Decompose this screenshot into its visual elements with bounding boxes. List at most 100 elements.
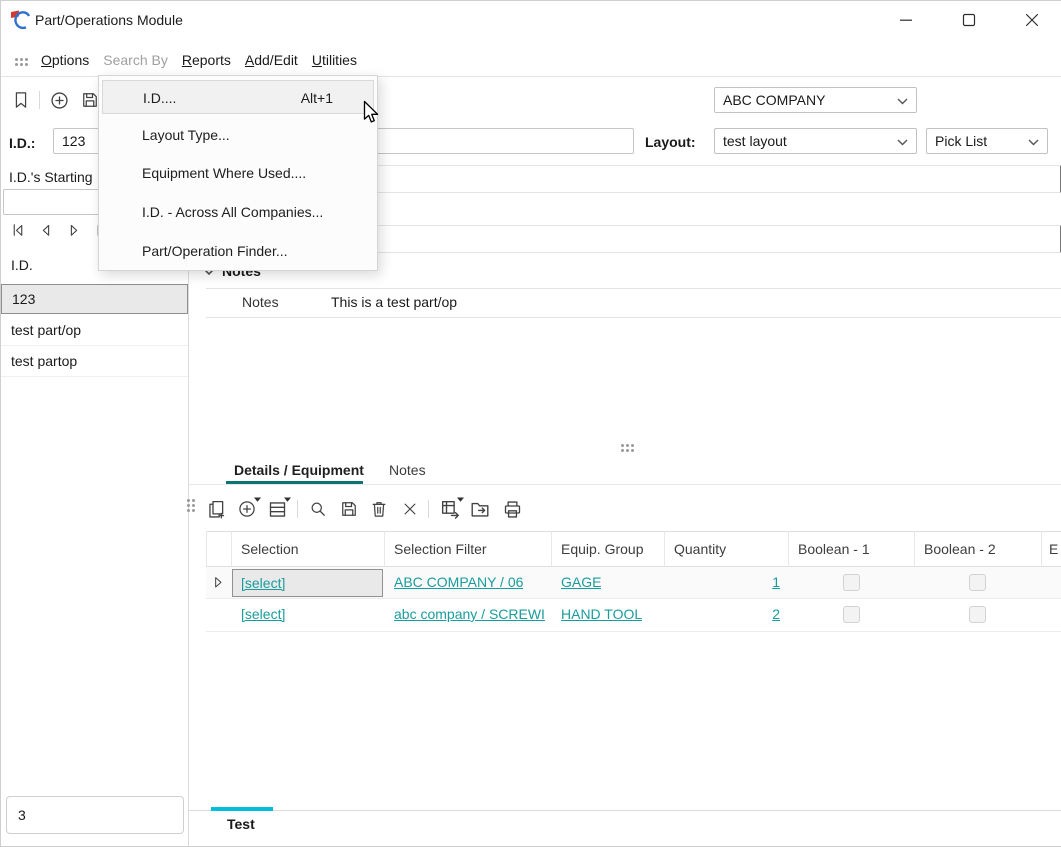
menu-item-layout-type[interactable]: Layout Type... bbox=[102, 118, 374, 152]
menubar-drag-handle[interactable] bbox=[15, 58, 28, 66]
boolean-1-checkbox[interactable] bbox=[843, 606, 860, 623]
grid-column-header[interactable]: Boolean - 2 bbox=[924, 531, 996, 567]
dropdown-caret-icon bbox=[254, 497, 261, 502]
menu-item-id[interactable]: I.D.... Alt+1 bbox=[102, 80, 374, 114]
grid-save-button[interactable] bbox=[337, 497, 361, 521]
menu-add-edit[interactable]: Add/Edit bbox=[245, 45, 298, 76]
nav-first-button[interactable] bbox=[5, 217, 31, 243]
selection-filter-link[interactable]: ABC COMPANY / 06 bbox=[394, 574, 523, 590]
picklist-select-value: Pick List bbox=[935, 133, 987, 149]
bottom-tab-test[interactable]: Test bbox=[227, 816, 255, 832]
boolean-2-checkbox[interactable] bbox=[969, 574, 986, 591]
trash-icon bbox=[369, 499, 389, 519]
printer-icon bbox=[502, 499, 523, 520]
layout-label: Layout: bbox=[645, 134, 696, 150]
menu-item-part-operation-finder[interactable]: Part/Operation Finder... bbox=[102, 234, 374, 268]
menu-search-by[interactable]: Search By bbox=[103, 45, 168, 76]
selection-link[interactable]: [select] bbox=[241, 606, 285, 622]
record-list-item[interactable]: 123 bbox=[1, 284, 188, 314]
grid-print-button[interactable] bbox=[500, 497, 524, 521]
grid-export-file-button[interactable] bbox=[468, 497, 492, 521]
picklist-select[interactable]: Pick List bbox=[926, 128, 1048, 154]
chevron-down-icon bbox=[1028, 139, 1039, 146]
boolean-2-checkbox[interactable] bbox=[969, 606, 986, 623]
menu-item-equipment-where-used[interactable]: Equipment Where Used.... bbox=[102, 156, 374, 190]
toolbar-separator bbox=[39, 91, 40, 109]
selected-cell[interactable]: [select] bbox=[232, 569, 383, 597]
add-record-button[interactable] bbox=[47, 88, 71, 112]
nav-previous-button[interactable] bbox=[33, 217, 59, 243]
app-logo-icon bbox=[9, 9, 31, 31]
menu-item-id-across-all-companies[interactable]: I.D. - Across All Companies... bbox=[102, 195, 374, 229]
menu-item-shortcut: Alt+1 bbox=[301, 81, 333, 115]
window-title: Part/Operations Module bbox=[35, 12, 183, 28]
nav-next-button[interactable] bbox=[61, 217, 87, 243]
company-select[interactable]: ABC COMPANY bbox=[714, 87, 917, 113]
grid-cancel-button[interactable] bbox=[398, 497, 422, 521]
menu-utilities[interactable]: Utilities bbox=[312, 45, 357, 76]
nav-first-icon bbox=[9, 221, 27, 239]
layout-select-value: test layout bbox=[723, 133, 787, 149]
selection-filter-link[interactable]: abc company / SCREWI bbox=[394, 606, 545, 622]
bottom-tabs-border bbox=[189, 810, 1061, 811]
chevron-down-icon bbox=[897, 98, 908, 105]
table-row: [select] ABC COMPANY / 06 GAGE 1 bbox=[206, 567, 1061, 599]
nav-previous-icon bbox=[37, 221, 55, 239]
toolbar-separator bbox=[297, 500, 298, 518]
chevron-down-icon bbox=[897, 139, 908, 146]
boolean-1-checkbox[interactable] bbox=[843, 574, 860, 591]
grid-search-button[interactable] bbox=[306, 497, 330, 521]
nav-next-icon bbox=[65, 221, 83, 239]
table-row: [select] abc company / SCREWI HAND TOOL … bbox=[206, 599, 1061, 631]
grid-column-header[interactable]: Equip. Group bbox=[561, 531, 644, 567]
grid-column-header[interactable]: Selection bbox=[241, 531, 299, 567]
grid-delete-button[interactable] bbox=[367, 497, 391, 521]
close-button[interactable] bbox=[1009, 1, 1055, 39]
menu-item-label: Layout Type... bbox=[142, 127, 230, 143]
quantity-link[interactable]: 2 bbox=[664, 606, 780, 622]
grid-toolbar-drag-handle[interactable] bbox=[187, 499, 195, 512]
dropdown-caret-icon bbox=[284, 497, 291, 502]
quantity-link[interactable]: 1 bbox=[664, 574, 780, 590]
bottom-tab-accent bbox=[211, 807, 273, 811]
menu-item-label: I.D. - Across All Companies... bbox=[142, 204, 323, 220]
menu-item-label: I.D.... bbox=[143, 90, 176, 106]
grid-export-button[interactable] bbox=[438, 497, 462, 521]
titlebar: Part/Operations Module bbox=[1, 1, 1061, 39]
left-panel-divider bbox=[188, 251, 189, 846]
minimize-button[interactable] bbox=[883, 1, 929, 39]
close-icon bbox=[1022, 10, 1042, 30]
notes-field-value[interactable]: This is a test part/op bbox=[331, 294, 457, 310]
grid-row-border bbox=[206, 631, 1061, 632]
bookmark-button[interactable] bbox=[9, 88, 33, 112]
company-select-value: ABC COMPANY bbox=[723, 92, 825, 108]
grid-column-header[interactable]: Quantity bbox=[674, 531, 726, 567]
selection-link[interactable]: [select] bbox=[241, 575, 285, 591]
record-list-header: I.D. bbox=[11, 257, 33, 273]
minimize-icon bbox=[896, 10, 916, 30]
notes-field-label: Notes bbox=[242, 294, 279, 310]
equip-group-link[interactable]: GAGE bbox=[561, 574, 601, 590]
maximize-icon bbox=[959, 10, 979, 30]
grid-column-header[interactable]: Boolean - 1 bbox=[798, 531, 870, 567]
grid-new-record-button[interactable] bbox=[204, 497, 228, 521]
record-list-item[interactable]: test partop bbox=[1, 346, 188, 377]
menu-item-label: Equipment Where Used.... bbox=[142, 165, 306, 181]
grid-column-header[interactable]: Selection Filter bbox=[394, 531, 487, 567]
bookmark-icon bbox=[11, 90, 31, 110]
splitter-grip[interactable] bbox=[621, 444, 634, 452]
record-list-item[interactable]: test part/op bbox=[1, 315, 188, 346]
grid-column-header[interactable]: E bbox=[1049, 531, 1058, 567]
equip-group-link[interactable]: HAND TOOL bbox=[561, 606, 642, 622]
tab-details-equipment[interactable]: Details / Equipment bbox=[234, 462, 364, 478]
save-icon bbox=[339, 499, 359, 519]
menu-options[interactable]: Options bbox=[41, 45, 89, 76]
layout-select[interactable]: test layout bbox=[714, 128, 917, 154]
menu-reports[interactable]: Reports bbox=[182, 45, 231, 76]
maximize-button[interactable] bbox=[946, 1, 992, 39]
grid-add-button[interactable] bbox=[235, 497, 259, 521]
grid-form-view-button[interactable] bbox=[265, 497, 289, 521]
close-x-icon bbox=[401, 500, 419, 518]
add-circle-icon bbox=[49, 90, 70, 111]
tab-notes[interactable]: Notes bbox=[389, 462, 426, 478]
